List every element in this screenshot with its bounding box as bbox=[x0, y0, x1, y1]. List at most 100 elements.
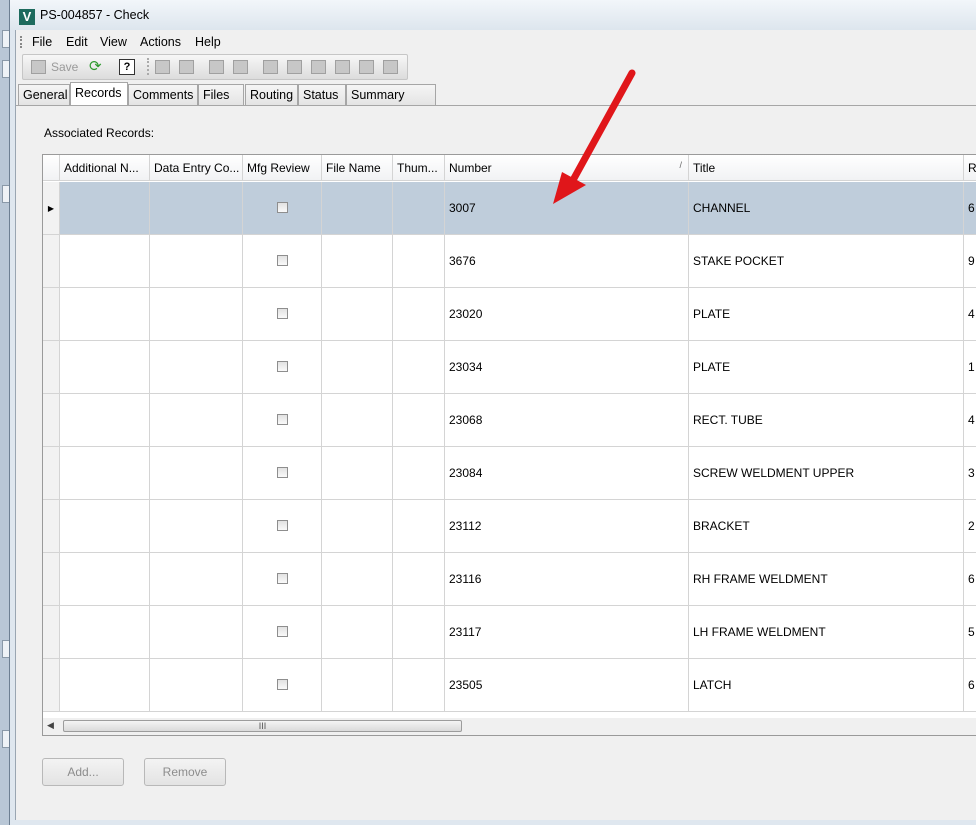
column-header-data-entry[interactable]: Data Entry Co... bbox=[150, 155, 243, 181]
tab-general[interactable]: General bbox=[18, 84, 70, 105]
cell-thumbnail[interactable] bbox=[393, 394, 445, 447]
edit-button[interactable] bbox=[287, 58, 302, 75]
menu-grip[interactable] bbox=[20, 36, 24, 48]
scrollbar-thumb[interactable]: III bbox=[63, 720, 462, 732]
cell-file-name[interactable] bbox=[322, 182, 393, 235]
cell-title[interactable]: RECT. TUBE bbox=[689, 394, 964, 447]
mfg-review-checkbox[interactable] bbox=[277, 414, 288, 425]
cell-mfg-review[interactable] bbox=[243, 341, 322, 394]
cell-file-name[interactable] bbox=[322, 288, 393, 341]
cell-file-name[interactable] bbox=[322, 235, 393, 288]
cell-mfg-review[interactable] bbox=[243, 235, 322, 288]
mfg-review-checkbox[interactable] bbox=[277, 361, 288, 372]
cell-additional-notes[interactable] bbox=[60, 606, 150, 659]
tab-comments[interactable]: Comments bbox=[128, 84, 198, 105]
column-header-number[interactable]: Number / bbox=[445, 155, 689, 181]
column-header-thumbnail[interactable]: Thum... bbox=[393, 155, 445, 181]
mfg-review-checkbox[interactable] bbox=[277, 679, 288, 690]
tab-records[interactable]: Records bbox=[70, 82, 128, 106]
table-row[interactable]: 23116 RH FRAME WELDMENT 6 bbox=[43, 553, 976, 606]
cell-revision[interactable]: 4 bbox=[964, 394, 976, 447]
cell-additional-notes[interactable] bbox=[60, 182, 150, 235]
cell-thumbnail[interactable] bbox=[393, 288, 445, 341]
row-selector[interactable] bbox=[43, 288, 60, 341]
cell-thumbnail[interactable] bbox=[393, 553, 445, 606]
cell-file-name[interactable] bbox=[322, 394, 393, 447]
cell-additional-notes[interactable] bbox=[60, 235, 150, 288]
cell-file-name[interactable] bbox=[322, 500, 393, 553]
row-selector[interactable] bbox=[43, 500, 60, 553]
move-in-button[interactable] bbox=[209, 58, 224, 75]
cell-file-name[interactable] bbox=[322, 341, 393, 394]
row-selector[interactable] bbox=[43, 553, 60, 606]
tab-routing[interactable]: Routing bbox=[245, 84, 298, 105]
cell-number[interactable]: 23020 bbox=[445, 288, 689, 341]
cell-mfg-review[interactable] bbox=[243, 500, 322, 553]
cell-revision[interactable]: 6 bbox=[964, 553, 976, 606]
cell-file-name[interactable] bbox=[322, 659, 393, 712]
row-selector[interactable] bbox=[43, 394, 60, 447]
cell-revision[interactable]: 5 bbox=[964, 606, 976, 659]
table-row[interactable]: 23068 RECT. TUBE 4 bbox=[43, 394, 976, 447]
menu-file[interactable]: File bbox=[30, 35, 54, 49]
cell-file-name[interactable] bbox=[322, 447, 393, 500]
row-selector[interactable] bbox=[43, 447, 60, 500]
cell-revision[interactable]: 2 bbox=[964, 500, 976, 553]
cell-additional-notes[interactable] bbox=[60, 394, 150, 447]
copy-item-button[interactable] bbox=[179, 58, 194, 75]
cell-mfg-review[interactable] bbox=[243, 553, 322, 606]
cell-data-entry[interactable] bbox=[150, 659, 243, 712]
cell-thumbnail[interactable] bbox=[393, 606, 445, 659]
mfg-review-checkbox[interactable] bbox=[277, 573, 288, 584]
horizontal-scrollbar[interactable]: ◀ III bbox=[42, 718, 976, 736]
cell-number[interactable]: 23034 bbox=[445, 341, 689, 394]
cell-additional-notes[interactable] bbox=[60, 500, 150, 553]
cell-revision[interactable]: 6 bbox=[964, 182, 976, 235]
menu-edit[interactable]: Edit bbox=[64, 35, 90, 49]
cell-title[interactable]: PLATE bbox=[689, 341, 964, 394]
cell-revision[interactable]: 1 bbox=[964, 341, 976, 394]
cell-title[interactable]: SCREW WELDMENT UPPER bbox=[689, 447, 964, 500]
cell-number[interactable]: 23068 bbox=[445, 394, 689, 447]
cell-data-entry[interactable] bbox=[150, 235, 243, 288]
table-row[interactable]: 23117 LH FRAME WELDMENT 5 bbox=[43, 606, 976, 659]
menu-view[interactable]: View bbox=[98, 35, 129, 49]
cell-thumbnail[interactable] bbox=[393, 182, 445, 235]
refresh-button[interactable]: ⟳ bbox=[89, 58, 102, 75]
cell-thumbnail[interactable] bbox=[393, 447, 445, 500]
add-record-button[interactable]: Add... bbox=[42, 758, 124, 786]
row-selector[interactable] bbox=[43, 659, 60, 712]
cell-number[interactable]: 23112 bbox=[445, 500, 689, 553]
cell-number[interactable]: 23505 bbox=[445, 659, 689, 712]
cell-additional-notes[interactable] bbox=[60, 341, 150, 394]
cell-file-name[interactable] bbox=[322, 606, 393, 659]
cell-data-entry[interactable] bbox=[150, 500, 243, 553]
column-header-mfg-review[interactable]: Mfg Review bbox=[243, 155, 322, 181]
mfg-review-checkbox[interactable] bbox=[277, 255, 288, 266]
cell-revision[interactable]: 4 bbox=[964, 288, 976, 341]
cell-data-entry[interactable] bbox=[150, 394, 243, 447]
mfg-review-checkbox[interactable] bbox=[277, 467, 288, 478]
cell-number[interactable]: 23117 bbox=[445, 606, 689, 659]
cell-mfg-review[interactable] bbox=[243, 288, 322, 341]
row-selector[interactable] bbox=[43, 341, 60, 394]
table-row[interactable]: 3676 STAKE POCKET 9 bbox=[43, 235, 976, 288]
cell-title[interactable]: RH FRAME WELDMENT bbox=[689, 553, 964, 606]
column-header-title[interactable]: Title bbox=[689, 155, 964, 181]
check-out-button[interactable] bbox=[263, 58, 278, 75]
title-bar[interactable]: V PS-004857 - Check bbox=[10, 0, 976, 30]
cell-data-entry[interactable] bbox=[150, 606, 243, 659]
cell-title[interactable]: CHANNEL bbox=[689, 182, 964, 235]
cell-additional-notes[interactable] bbox=[60, 553, 150, 606]
cell-mfg-review[interactable] bbox=[243, 447, 322, 500]
table-row[interactable]: 23084 SCREW WELDMENT UPPER 3 bbox=[43, 447, 976, 500]
menu-help[interactable]: Help bbox=[193, 35, 223, 49]
cell-mfg-review[interactable] bbox=[243, 606, 322, 659]
cell-thumbnail[interactable] bbox=[393, 659, 445, 712]
cell-title[interactable]: STAKE POCKET bbox=[689, 235, 964, 288]
cell-revision[interactable]: 3 bbox=[964, 447, 976, 500]
cell-title[interactable]: LATCH bbox=[689, 659, 964, 712]
mfg-review-checkbox[interactable] bbox=[277, 626, 288, 637]
cell-thumbnail[interactable] bbox=[393, 500, 445, 553]
cell-number[interactable]: 3007 bbox=[445, 182, 689, 235]
